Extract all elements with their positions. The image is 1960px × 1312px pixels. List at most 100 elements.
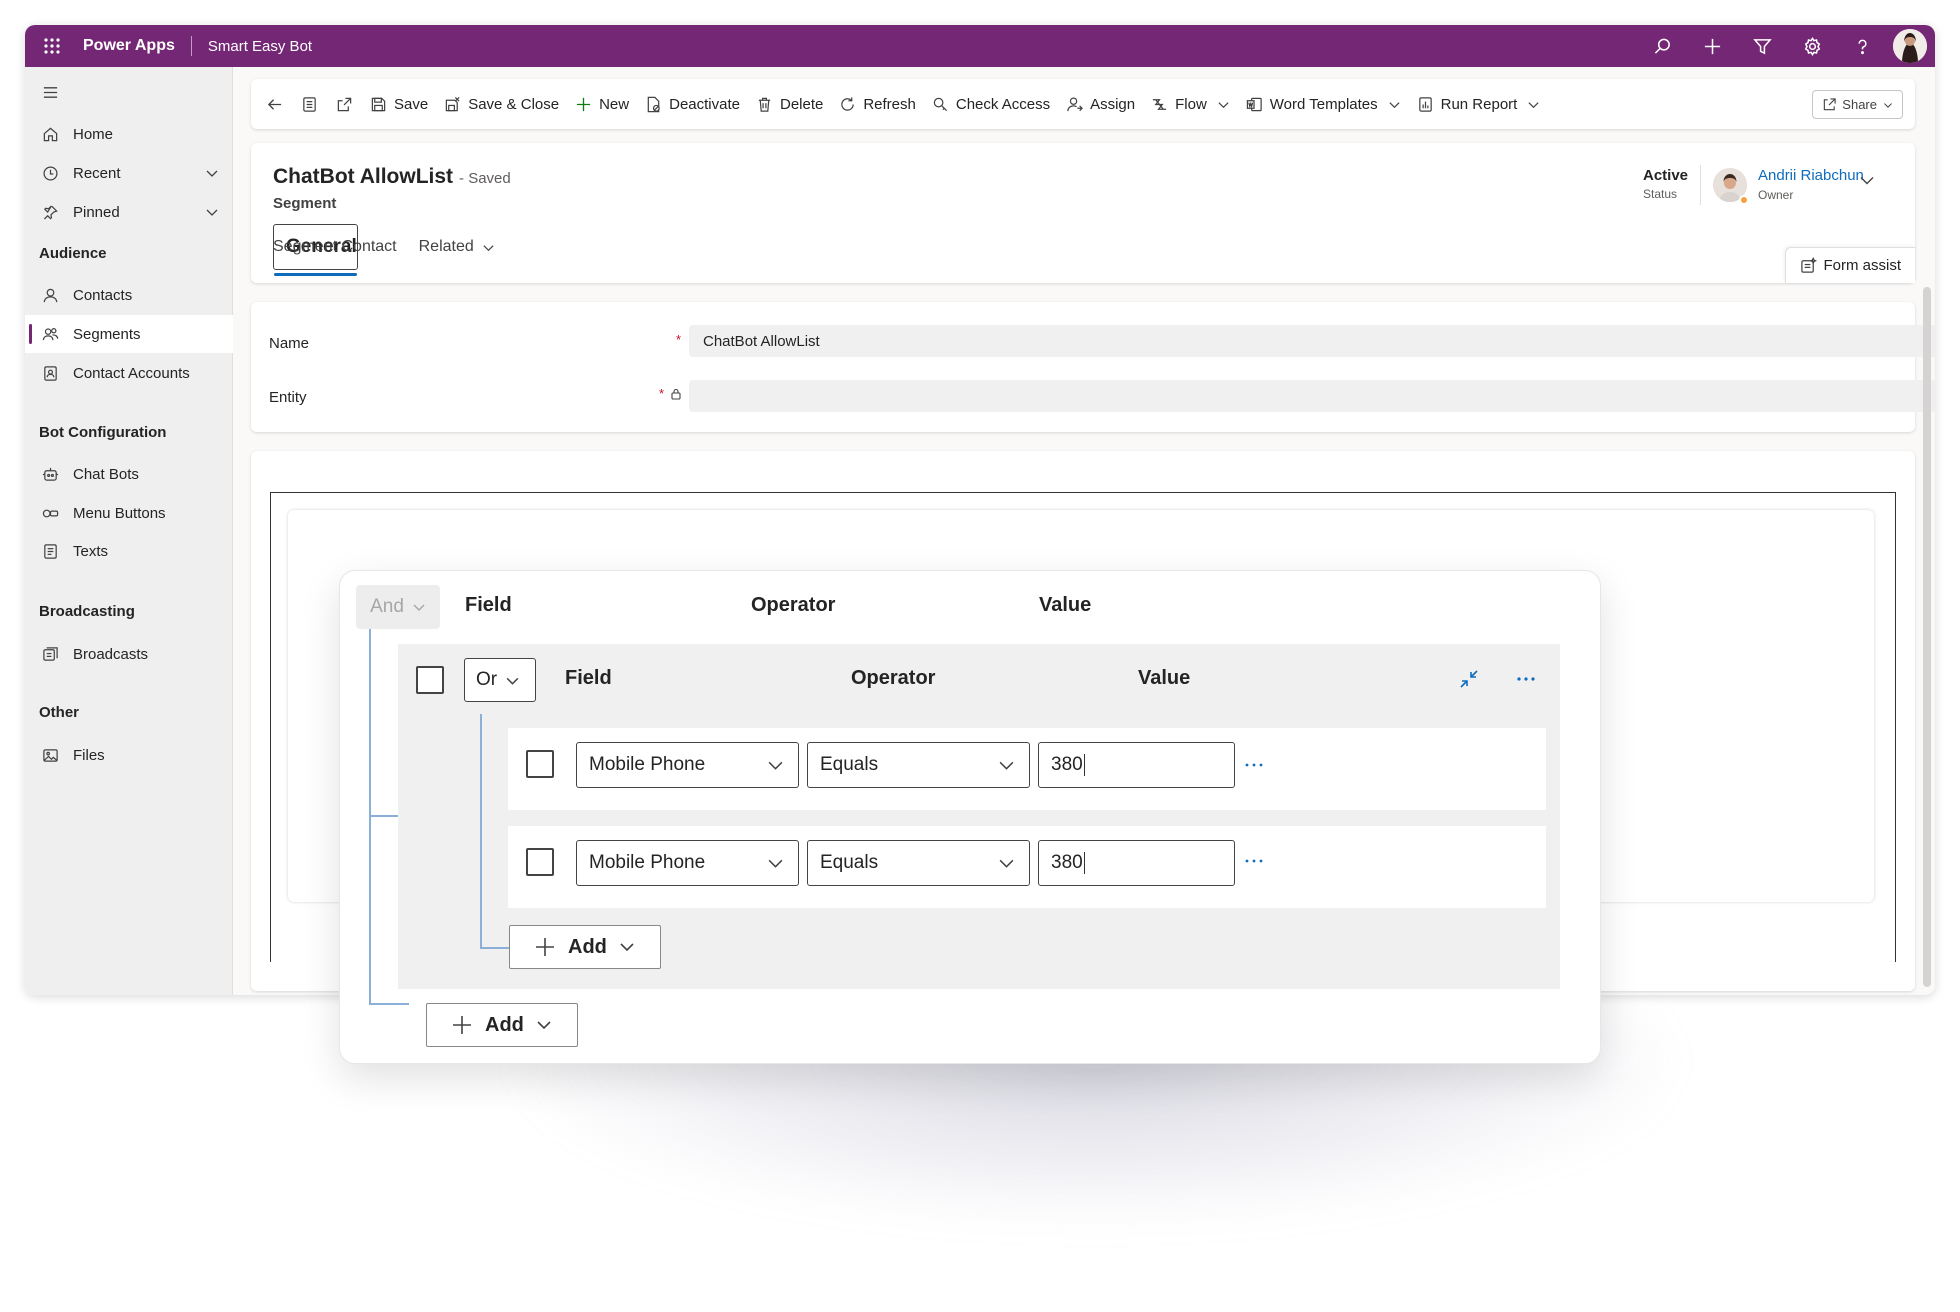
collapse-group-button[interactable] [1454, 664, 1484, 694]
run-report-label: Run Report [1440, 95, 1518, 113]
clock-icon [37, 165, 63, 182]
chevron-down-icon [483, 244, 494, 251]
search-icon[interactable] [1637, 25, 1687, 67]
delete-button[interactable]: Delete [748, 84, 831, 124]
sidebar-item-label: Recent [73, 164, 121, 182]
group-add-button[interactable]: Add [509, 925, 661, 969]
field-select[interactable]: Mobile Phone [576, 742, 799, 788]
assign-icon [1067, 96, 1084, 111]
deactivate-label: Deactivate [669, 95, 740, 113]
sidebar-item-pinned[interactable]: Pinned [25, 193, 233, 231]
name-field[interactable]: ChatBot AllowList [689, 325, 1935, 357]
back-button[interactable] [257, 84, 292, 124]
save-button[interactable]: Save [362, 84, 436, 124]
form-tabs: General Segment Contact Related [273, 224, 517, 276]
owner-name-link[interactable]: Andrii Riabchun [1758, 167, 1864, 184]
settings-icon[interactable] [1787, 25, 1837, 67]
chevron-down-icon [1389, 101, 1400, 108]
sidebar-item-home[interactable]: Home [25, 115, 233, 153]
value-input[interactable]: 380 [1038, 840, 1235, 886]
plus-icon[interactable] [1687, 25, 1737, 67]
field-select[interactable]: Mobile Phone [576, 840, 799, 886]
row-more-button[interactable] [1239, 851, 1269, 871]
operator-column-header: Operator [751, 594, 836, 616]
refresh-button[interactable]: Refresh [831, 84, 924, 124]
chevron-down-icon[interactable] [205, 205, 219, 219]
group-more-button[interactable] [1511, 664, 1541, 694]
new-label: New [599, 95, 630, 113]
sidebar-item-contacts[interactable]: Contacts [25, 276, 233, 314]
value-input-text: 380 [1051, 852, 1083, 873]
form-assist-button[interactable]: Form assist [1785, 247, 1915, 283]
root-add-button[interactable]: Add [426, 1003, 578, 1047]
expand-header-icon[interactable] [1858, 171, 1876, 189]
row-select-checkbox[interactable] [526, 750, 554, 778]
sidebar-item-segments[interactable]: Segments [25, 315, 233, 353]
entity-field-label: Entity [269, 389, 307, 406]
chevron-down-icon[interactable] [205, 166, 219, 180]
hamburger-icon [37, 84, 63, 101]
sidebar-item-label: Pinned [73, 203, 120, 221]
operator-select[interactable]: Equals [807, 742, 1030, 788]
sidebar-section-other: Other [39, 704, 80, 721]
sidebar-item-contact-accounts[interactable]: Contact Accounts [25, 354, 233, 392]
new-button[interactable]: New [567, 84, 637, 124]
open-new-window-button[interactable] [327, 84, 362, 124]
entity-field[interactable] [689, 380, 1935, 412]
share-button[interactable]: Share [1812, 90, 1903, 119]
tree-line [369, 815, 398, 817]
sidebar-item-files[interactable]: Files [25, 736, 233, 774]
scrollbar[interactable] [1923, 287, 1931, 987]
chevron-down-icon [999, 859, 1014, 868]
help-icon[interactable] [1837, 25, 1887, 67]
condition-row: Mobile Phone Equals 380 [508, 826, 1546, 908]
row-more-button[interactable] [1239, 755, 1269, 775]
assign-button[interactable]: Assign [1058, 84, 1143, 124]
value-input[interactable]: 380 [1038, 742, 1235, 788]
hamburger-menu[interactable] [25, 73, 233, 111]
root-operator-value: And [370, 596, 404, 617]
tab-related[interactable]: Related [419, 231, 495, 263]
tab-segment-contact[interactable]: Segment Contact [273, 231, 397, 263]
sidebar-item-recent[interactable]: Recent [25, 154, 233, 192]
flow-button[interactable]: Flow [1143, 84, 1238, 124]
field-select-value: Mobile Phone [589, 852, 706, 873]
name-field-label: Name [269, 335, 310, 352]
check-access-button[interactable]: Check Access [924, 84, 1058, 124]
form-icon [303, 96, 316, 112]
sidebar-item-broadcasts[interactable]: Broadcasts [25, 635, 233, 673]
tree-line [480, 714, 482, 948]
record-header: ChatBot AllowList - Saved Segment Active … [251, 143, 1915, 283]
chevron-down-icon [999, 761, 1014, 770]
deactivate-icon [647, 96, 660, 112]
tree-line [480, 947, 510, 949]
app-name[interactable]: Power Apps [83, 37, 175, 55]
chevron-down-icon [1218, 101, 1229, 108]
group-operator-select[interactable]: Or [464, 658, 536, 702]
sidebar-item-texts[interactable]: Texts [25, 532, 233, 570]
sidebar-item-menu-buttons[interactable]: Menu Buttons [25, 494, 233, 532]
tree-line [369, 629, 371, 1004]
deactivate-button[interactable]: Deactivate [637, 84, 748, 124]
user-avatar[interactable] [1893, 29, 1927, 63]
root-operator-select[interactable]: And [356, 585, 440, 629]
sidebar-item-label: Chat Bots [73, 465, 139, 483]
form-view-button[interactable] [292, 84, 327, 124]
sidebar-item-chat-bots[interactable]: Chat Bots [25, 455, 233, 493]
row-select-checkbox[interactable] [526, 848, 554, 876]
more-icon [1245, 859, 1263, 863]
filter-icon[interactable] [1737, 25, 1787, 67]
chevron-down-icon [537, 1021, 551, 1030]
waffle-icon[interactable] [25, 25, 79, 67]
chevron-down-icon [506, 677, 519, 685]
operator-select[interactable]: Equals [807, 840, 1030, 886]
run-report-button[interactable]: Run Report [1409, 84, 1549, 124]
save-close-button[interactable]: Save & Close [436, 84, 567, 124]
group-select-checkbox[interactable] [416, 666, 444, 694]
environment-name[interactable]: Smart Easy Bot [208, 38, 312, 55]
tab-related-label: Related [418, 238, 474, 255]
value-column-header: Value [1039, 594, 1092, 616]
lock-icon [671, 388, 681, 400]
word-templates-button[interactable]: Word Templates [1238, 84, 1409, 124]
sidebar-item-label: Files [73, 746, 105, 764]
